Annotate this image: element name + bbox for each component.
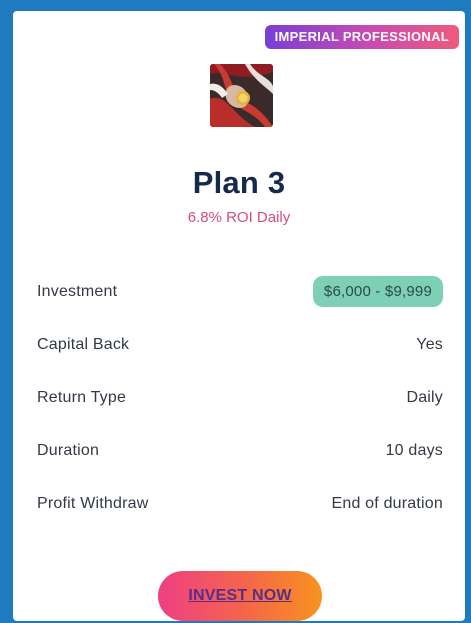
detail-value: Yes [416,335,443,353]
plan-details-list: Investment $6,000 - $9,999 Capital Back … [37,265,443,530]
detail-row-investment: Investment $6,000 - $9,999 [37,265,443,318]
plan-roi: 6.8% ROI Daily [187,209,291,226]
detail-label: Investment [37,282,118,300]
plan-title: Plan 3 [192,165,286,200]
page-frame: IMPERIAL PROFESSIONAL Plan 3 6.8% ROI Da… [0,0,471,623]
detail-row-profit-withdraw: Profit Withdraw End of duration [37,477,443,530]
invest-now-button[interactable]: INVEST NOW [158,571,322,621]
detail-row-capital-back: Capital Back Yes [37,318,443,371]
detail-label: Duration [37,441,100,459]
detail-label: Return Type [37,388,127,406]
detail-value: 10 days [385,441,443,459]
plan-card: IMPERIAL PROFESSIONAL Plan 3 6.8% ROI Da… [13,11,465,621]
detail-row-duration: Duration 10 days [37,424,443,477]
detail-value: End of duration [331,494,443,512]
detail-value: Daily [406,388,443,406]
investment-range-badge: $6,000 - $9,999 [312,276,443,307]
detail-label: Profit Withdraw [37,494,149,512]
plan-thumbnail-image [210,64,273,127]
detail-label: Capital Back [37,335,130,353]
detail-row-return-type: Return Type Daily [37,371,443,424]
plan-tier-badge: IMPERIAL PROFESSIONAL [264,25,459,49]
